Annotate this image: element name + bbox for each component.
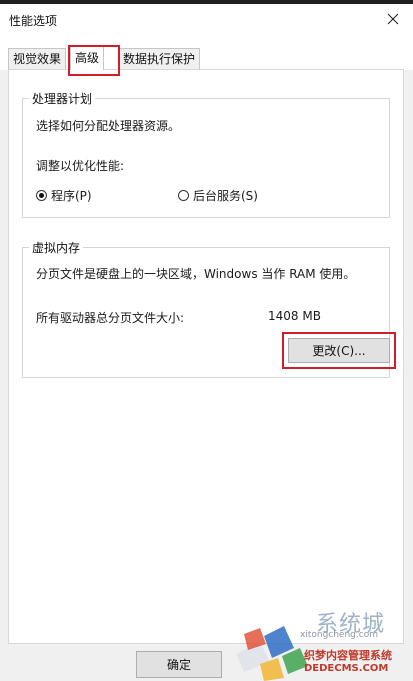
tab-visual-effects[interactable]: 视觉效果: [8, 48, 67, 69]
optimize-performance-label: 调整以优化性能:: [36, 159, 125, 173]
radio-background-services-label: 后台服务(S): [193, 189, 258, 203]
tab-data-execution-prevention[interactable]: 数据执行保护: [118, 48, 201, 69]
processor-scheduling-legend: 处理器计划: [32, 92, 93, 106]
watermark-brand-latin: xitongcheng.com: [300, 630, 378, 640]
paging-file-total-label: 所有驱动器总分页文件大小:: [36, 311, 185, 325]
virtual-memory-description: 分页文件是硬盘上的一块区域，Windows 当作 RAM 使用。: [36, 267, 356, 281]
close-icon: [387, 13, 399, 25]
watermark-dedecms-domain: DEDECMS.COM: [304, 663, 389, 674]
change-virtual-memory-button[interactable]: 更改(C)...: [288, 338, 390, 363]
close-button[interactable]: [373, 4, 413, 34]
tab-advanced[interactable]: 高级: [70, 45, 105, 70]
window-title: 性能选项: [9, 14, 58, 28]
ok-button[interactable]: 确定: [136, 651, 222, 678]
virtual-memory-legend: 虚拟内存: [32, 241, 81, 255]
processor-scheduling-description: 选择如何分配处理器资源。: [36, 119, 181, 133]
performance-options-window: 性能选项 视觉效果 高级 数据执行保护 处理器计划 选择如何分配处理器资源。 调…: [0, 0, 413, 681]
paging-file-total-value: 1408 MB: [268, 309, 321, 323]
radio-programs[interactable]: 程序(P): [36, 187, 92, 204]
watermark-dedecms-cn: 织梦内容管理系统: [304, 649, 392, 662]
radio-circle-selected-icon: [36, 190, 47, 201]
radio-programs-label: 程序(P): [51, 189, 92, 203]
title-bar[interactable]: 性能选项: [0, 4, 413, 34]
radio-circle-empty-icon: [178, 190, 189, 201]
radio-background-services[interactable]: 后台服务(S): [178, 187, 258, 204]
